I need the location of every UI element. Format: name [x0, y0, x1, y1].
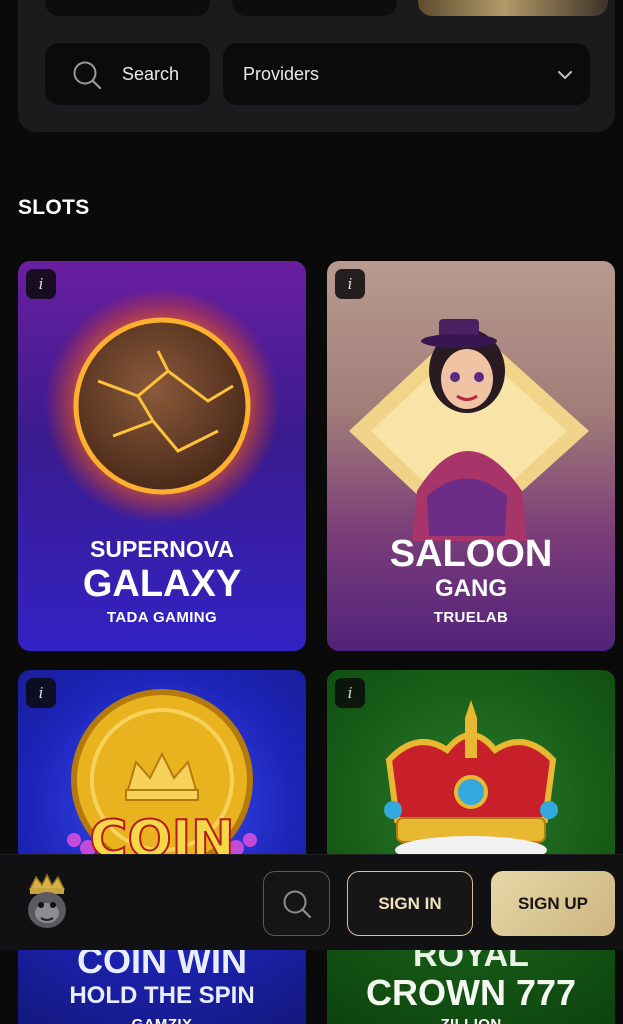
- game-title-top: SALOON: [389, 533, 553, 575]
- info-icon[interactable]: i: [26, 269, 56, 299]
- game-title-main: HOLD THE SPIN: [69, 982, 255, 1009]
- game-provider: GAMZIX: [18, 1016, 306, 1024]
- game-provider: ZILLION: [327, 1016, 615, 1024]
- game-title-top: SUPERNOVA: [90, 536, 234, 562]
- game-title-main: GANG: [435, 575, 507, 602]
- game-card[interactable]: i COIN COIN WIN HOLD THE SPIN GAMZIX: [18, 670, 306, 1024]
- info-icon[interactable]: i: [335, 678, 365, 708]
- game-title-main: GALAXY: [82, 563, 242, 605]
- search-label: Search: [122, 63, 180, 84]
- section-title: SLOTS: [18, 196, 90, 219]
- search-input[interactable]: Search: [45, 43, 210, 105]
- info-icon[interactable]: i: [26, 678, 56, 708]
- game-card[interactable]: i SUPERNOVA GALAXY TADA GAMING: [18, 261, 306, 651]
- search-icon: [72, 60, 102, 95]
- chevron-down-icon: [558, 67, 572, 85]
- providers-dropdown[interactable]: Providers: [223, 43, 590, 105]
- game-title-main: CROWN 777: [365, 972, 577, 1013]
- search-button[interactable]: [263, 871, 330, 936]
- filter-button-partial[interactable]: [232, 0, 397, 16]
- game-card[interactable]: i SALOON GANG TRUELAB: [327, 261, 615, 651]
- filter-button-partial[interactable]: [45, 0, 210, 16]
- sign-up-button[interactable]: SIGN UP: [491, 871, 615, 936]
- bottom-action-bar: SIGN IN SIGN UP: [0, 854, 623, 950]
- providers-label: Providers: [243, 63, 320, 84]
- info-icon[interactable]: i: [335, 269, 365, 299]
- gorilla-king-logo[interactable]: [22, 873, 72, 936]
- game-card[interactable]: i ROYAL CROWN 777 ZILLION: [327, 670, 615, 1024]
- sign-in-button[interactable]: SIGN IN: [347, 871, 473, 936]
- filter-button-partial-active[interactable]: [418, 0, 608, 16]
- game-provider: TADA GAMING: [106, 609, 218, 626]
- game-provider: TRUELAB: [433, 609, 509, 626]
